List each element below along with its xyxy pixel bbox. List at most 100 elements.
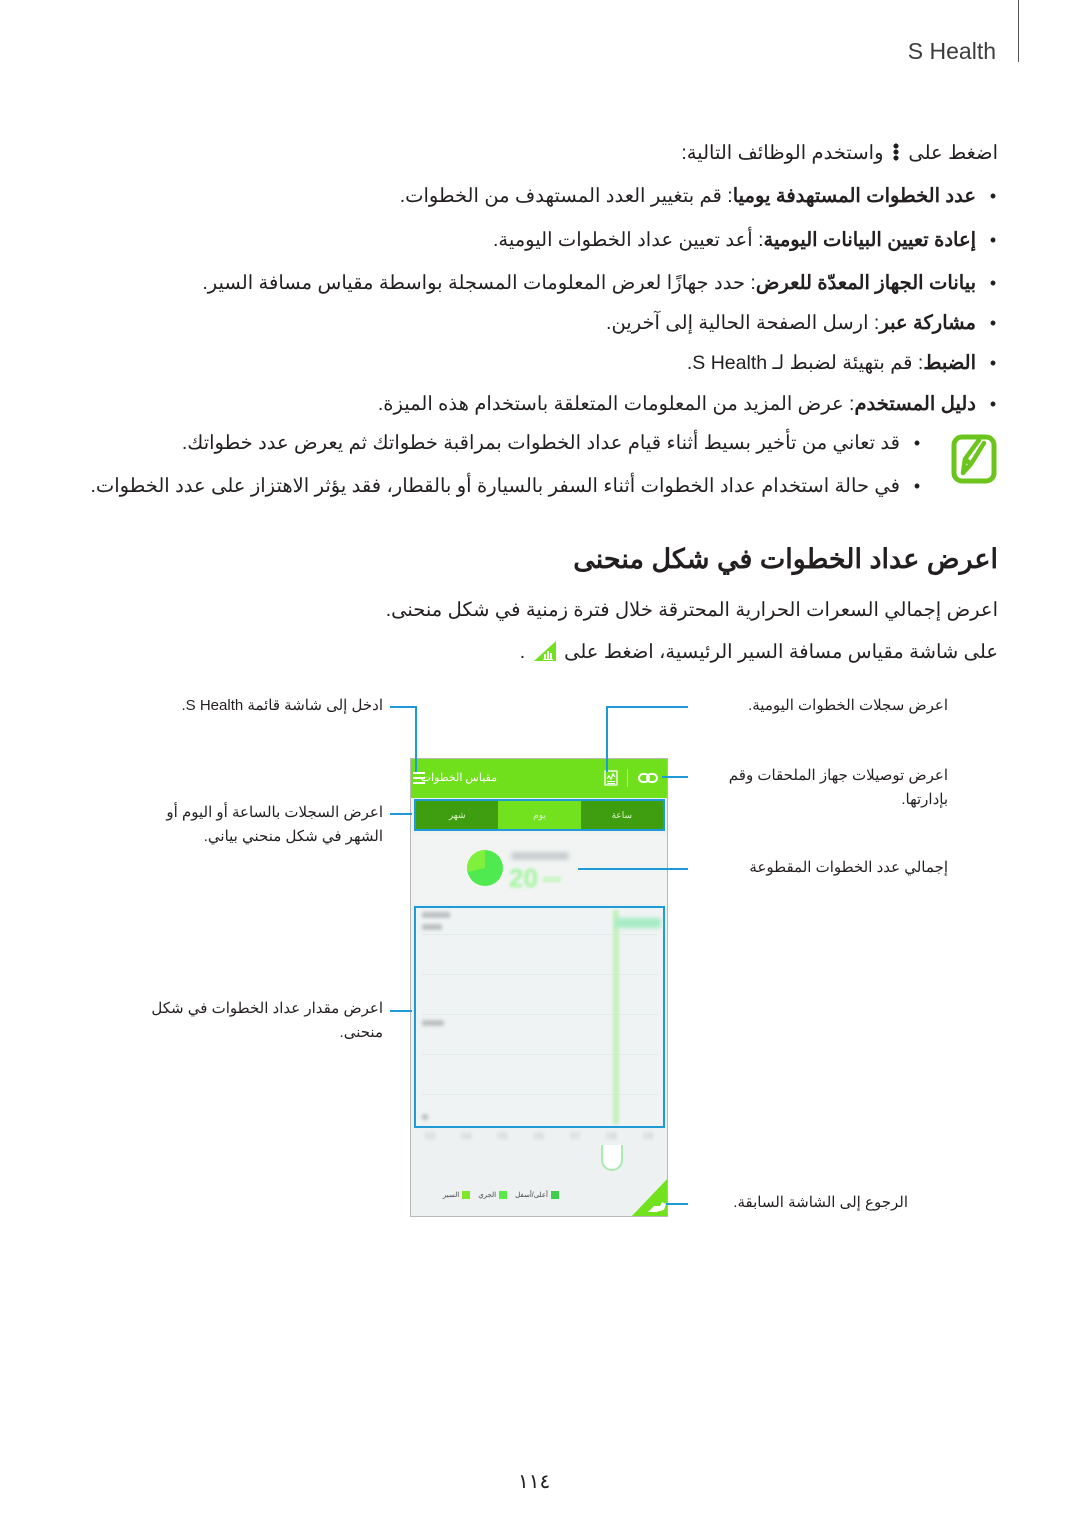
callout-tabs-1: اعرض السجلات بالساعة أو اليوم أو (166, 804, 383, 821)
option-desc: : قم بتغيير العدد المستهدف من الخطوات. (399, 185, 733, 207)
option-desc: : حدد جهازًا لعرض المعلومات المسجلة بواس… (202, 272, 756, 294)
bullet: • (913, 475, 921, 496)
callout-graph-1: اعرض مقدار عداد الخطوات في شكل (151, 1000, 383, 1017)
option-item: • عدد الخطوات المستهدفة يوميا: قم بتغيير… (400, 184, 998, 208)
note-text: في حالة استخدام عداد الخطوات أثناء السفر… (90, 475, 900, 497)
section-paragraph: على شاشة مقياس مسافة السير الرئيسية، اضغ… (520, 640, 998, 664)
timeline-handle[interactable] (601, 1145, 623, 1171)
chapter-title: S Health (907, 38, 996, 64)
callout-line (390, 813, 412, 815)
callout-line (606, 706, 608, 772)
legend-swatch (499, 1191, 508, 1199)
period-tabs: شهر يوم ساعة (414, 799, 665, 831)
bullet: • (913, 432, 921, 453)
note-pencil-icon (951, 434, 997, 484)
instruction-end: . (519, 641, 526, 663)
app-bar-divider (627, 769, 628, 787)
tab-hour[interactable]: ساعة (580, 801, 663, 829)
gridline (422, 974, 658, 975)
callout-line (415, 706, 417, 772)
total-steps-unit (543, 877, 561, 882)
x-tick: 09 (642, 1131, 653, 1141)
instruction-text: على شاشة مقياس مسافة السير الرئيسية، اضغ… (564, 641, 998, 663)
callout-line (666, 1203, 688, 1205)
daily-records-icon[interactable] (604, 770, 618, 786)
option-term: مشاركة عبر (879, 312, 976, 334)
callout-total: إجمالي عدد الخطوات المقطوعة (749, 859, 948, 876)
callout-accessory-2: بإدارتها. (901, 791, 948, 808)
bullet: • (989, 185, 997, 206)
intro-prefix: اضغط على (908, 142, 998, 164)
current-time-marker (613, 910, 619, 1124)
callout-line (578, 868, 688, 870)
total-steps-value: 20 (509, 863, 538, 893)
option-item: • الضبط: قم بتهيئة لضبط لـ S Health. (687, 351, 998, 375)
callout-line (662, 776, 688, 778)
legend-label: أعلى/أسفل (515, 1192, 548, 1199)
bullet: • (989, 312, 997, 333)
callout-daily: اعرض سجلات الخطوات اليومية. (748, 697, 948, 714)
option-term: بيانات الجهاز المعدّة للعرض (755, 272, 976, 294)
back-shoe-icon[interactable] (629, 1177, 668, 1217)
legend-swatch (462, 1191, 471, 1199)
section-title: اعرض عداد الخطوات في شكل منحنى (573, 544, 998, 574)
option-term: الضبط (923, 352, 976, 374)
gridline (422, 1094, 658, 1095)
option-item: • مشاركة عبر: ارسل الصفحة الحالية إلى آخ… (606, 311, 998, 335)
x-tick: 04 (461, 1131, 472, 1141)
graph-legend: السير الجري أعلى/أسفل (443, 1191, 559, 1199)
header-divider (1018, 0, 1019, 62)
callout-line (606, 706, 688, 708)
callout-accessory-1: اعرض توصيلات جهاز الملحقات وقم (728, 767, 948, 784)
option-desc: : قم بتهيئة لضبط لـ S Health. (686, 352, 924, 374)
accessory-link-icon[interactable] (638, 772, 658, 784)
page-number: ١١٤ (518, 1471, 551, 1493)
x-tick: 08 (606, 1131, 617, 1141)
y-label (422, 1114, 428, 1120)
y-label (422, 1020, 444, 1026)
x-tick: 03 (425, 1131, 436, 1141)
legend-label: السير (442, 1192, 460, 1199)
option-desc: : عرض المزيد من المعلومات المتعلقة باستخ… (377, 393, 855, 415)
x-tick: 06 (533, 1131, 544, 1141)
callout-graph-2: منحنى. (339, 1024, 383, 1041)
x-tick: 05 (497, 1131, 508, 1141)
x-tick: 07 (570, 1131, 581, 1141)
steps-pie-icon (467, 850, 503, 886)
gridline (422, 1014, 658, 1015)
summary-date (511, 852, 569, 860)
callout-menu: ادخل إلى شاشة قائمة S Health. (181, 697, 384, 714)
option-item: • دليل المستخدم: عرض المزيد من المعلومات… (378, 392, 998, 416)
bullet: • (989, 352, 997, 373)
bullet: • (989, 229, 997, 250)
intro-suffix: واستخدم الوظائف التالية: (681, 142, 884, 164)
legend-item: السير (442, 1191, 471, 1199)
legend-item: أعلى/أسفل (515, 1191, 559, 1199)
option-term: عدد الخطوات المستهدفة يوميا (732, 185, 976, 207)
note-item: • في حالة استخدام عداد الخطوات أثناء الس… (90, 474, 922, 498)
steps-graph[interactable] (414, 906, 665, 1128)
app-title: مقياس الخطوات (420, 772, 497, 784)
callout-tabs-2: الشهر في شكل منحني بياني. (203, 828, 383, 845)
y-label (422, 924, 442, 930)
tab-day[interactable]: يوم (498, 801, 581, 829)
option-term: إعادة تعيين البيانات اليومية (763, 229, 977, 251)
callout-back: الرجوع إلى الشاشة السابقة. (733, 1194, 908, 1211)
option-desc: : ارسل الصفحة الحالية إلى آخرين. (606, 312, 880, 334)
intro-line: اضغط على واستخدم الوظائف التالية: (681, 141, 998, 165)
gridline (422, 934, 658, 935)
legend-swatch (551, 1191, 559, 1199)
callout-line (390, 1010, 412, 1012)
note-text: قد تعاني من تأخير بسيط أثناء قيام عداد ا… (181, 432, 900, 454)
phone-screen: مقياس الخطوات شهر يوم ساعة 20 03 04 05 0… (410, 758, 668, 1217)
section-paragraph: اعرض إجمالي السعرات الحرارية المحترقة خل… (385, 599, 998, 621)
note-item: • قد تعاني من تأخير بسيط أثناء قيام عداد… (182, 431, 922, 455)
tab-month[interactable]: شهر (416, 801, 499, 829)
more-options-icon (892, 143, 899, 161)
x-axis: 03 04 05 06 07 08 09 (417, 1131, 661, 1145)
current-value-label (615, 918, 661, 928)
y-label (422, 912, 450, 918)
graph-view-icon (533, 641, 556, 661)
option-item: • بيانات الجهاز المعدّة للعرض: حدد جهازً… (202, 271, 998, 295)
bullet: • (989, 272, 997, 293)
